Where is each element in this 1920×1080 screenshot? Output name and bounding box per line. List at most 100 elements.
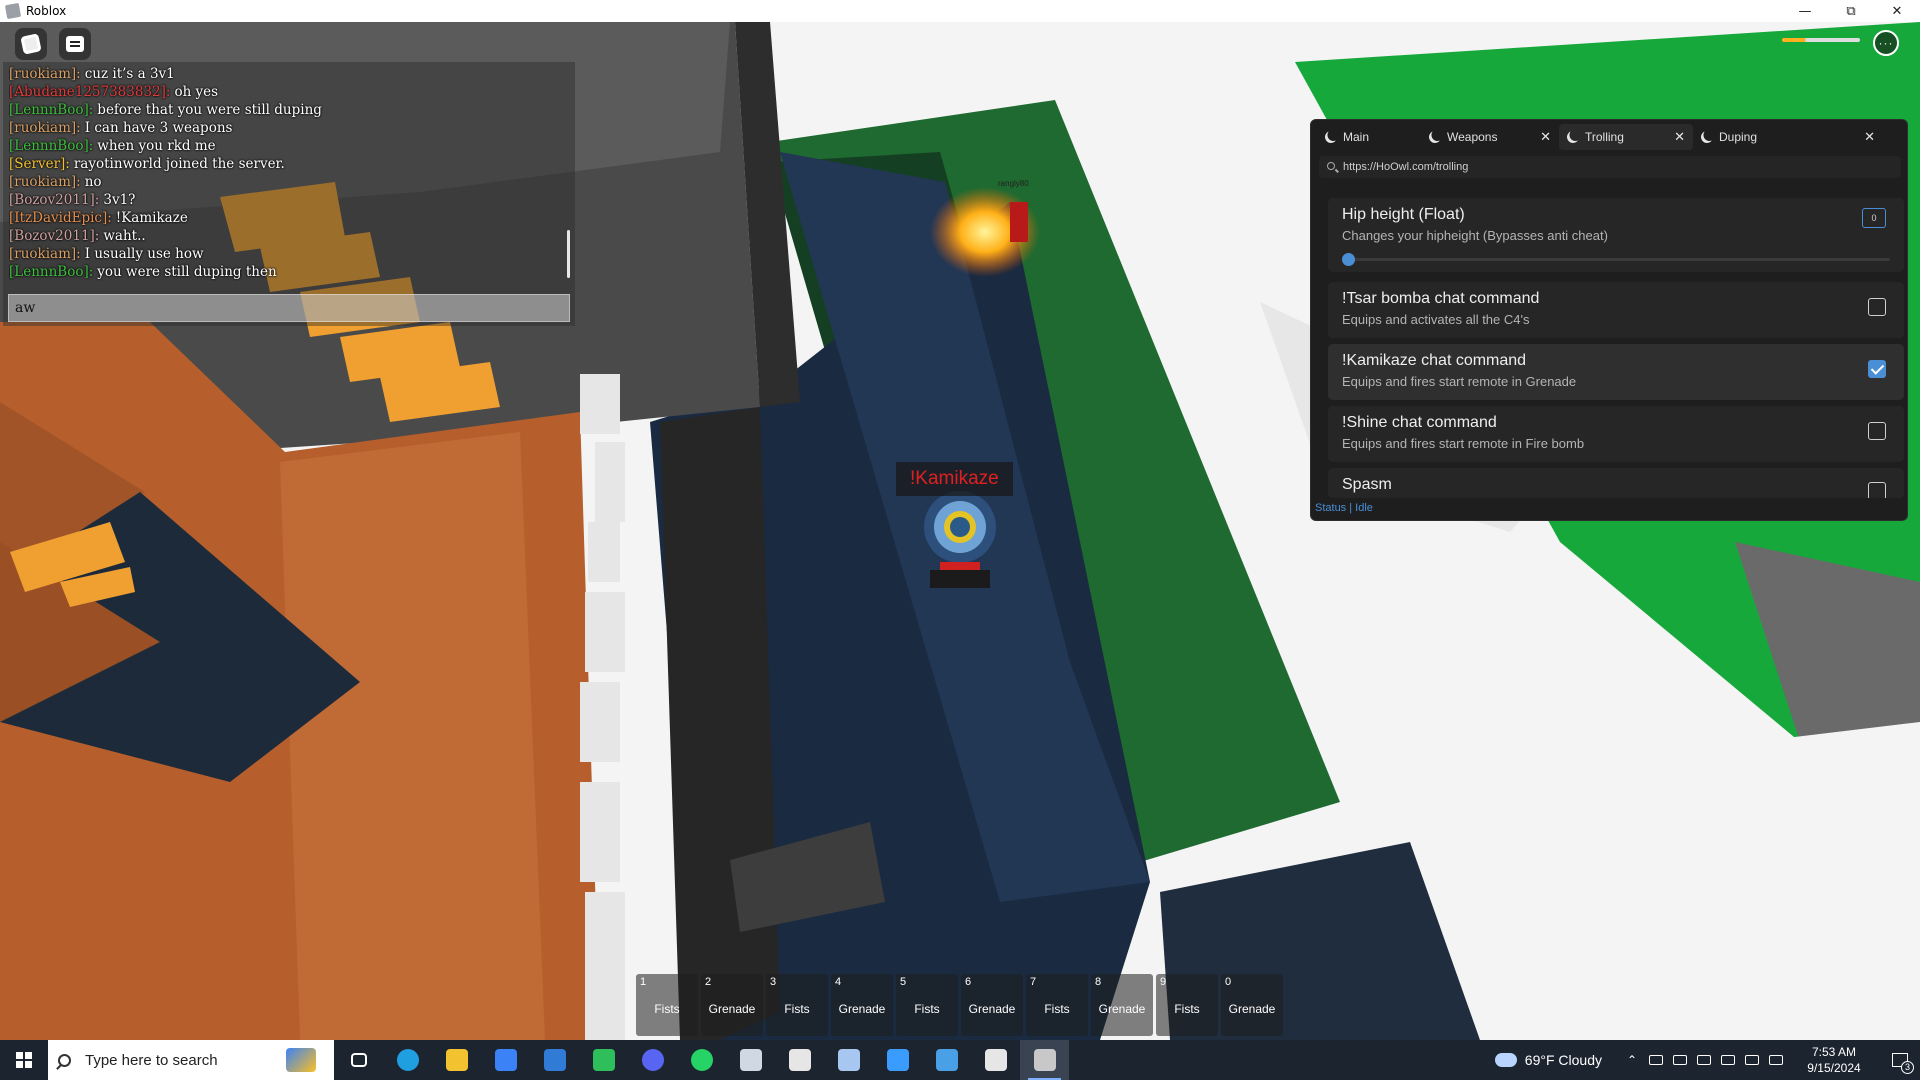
more-options-button[interactable]: ··· — [1873, 30, 1899, 56]
battery-icon[interactable] — [1740, 1040, 1764, 1080]
edge-icon[interactable] — [383, 1040, 432, 1080]
kamikaze-checkbox[interactable] — [1868, 360, 1886, 378]
chat-username[interactable]: [LennnBoo]: — [9, 138, 93, 154]
chat-username[interactable]: [Bozov2011]: — [9, 228, 99, 244]
shine-checkbox[interactable] — [1868, 422, 1886, 440]
close-tab-icon[interactable]: ✕ — [1864, 129, 1875, 145]
app-icon[interactable] — [726, 1040, 775, 1080]
chevron-up-icon[interactable]: ⌃ — [1620, 1040, 1644, 1080]
chat-username[interactable]: [ruokiam]: — [9, 120, 81, 136]
option-kamikaze[interactable]: !Kamikaze chat command Equips and fires … — [1328, 344, 1904, 400]
option-spasm[interactable]: Spasm — [1328, 468, 1904, 498]
slot-number: 3 — [770, 976, 777, 988]
time-text: 7:53 AM — [1811, 1045, 1857, 1059]
tab-duping[interactable]: Duping ✕ — [1693, 124, 1883, 150]
taskbar-search-box[interactable]: Type here to search — [48, 1040, 334, 1080]
chat-message: [ruokiam]: I usually use how — [9, 245, 559, 263]
chat-username[interactable]: [ruokiam]: — [9, 246, 81, 262]
hotbar-slot[interactable]: 4 Grenade — [831, 974, 893, 1036]
chat-username[interactable]: [Bozov2011]: — [9, 192, 99, 208]
windows-logo-icon — [16, 1052, 32, 1068]
spasm-checkbox[interactable] — [1868, 482, 1886, 498]
chat-input[interactable]: aw — [8, 294, 570, 322]
hotbar-slot[interactable]: 9 Fists — [1156, 974, 1218, 1036]
hotbar-slot[interactable]: 2 Grenade — [701, 974, 763, 1036]
chat-username[interactable]: [Abudane1257383832]: — [9, 84, 170, 100]
chat-message: [ruokiam]: no — [9, 173, 559, 191]
roblox-icon[interactable] — [1020, 1040, 1069, 1080]
minimize-button[interactable]: — — [1782, 0, 1828, 22]
weather-widget[interactable]: 69°F Cloudy — [1494, 1052, 1602, 1068]
moon-icon — [1699, 129, 1714, 144]
mail-icon[interactable] — [530, 1040, 579, 1080]
slot-number: 1 — [640, 976, 647, 988]
chat-toggle-button[interactable] — [59, 28, 91, 60]
roblox-menu-button[interactable] — [15, 28, 47, 60]
hotbar-slot[interactable]: 7 Fists — [1026, 974, 1088, 1036]
close-tab-icon[interactable]: ✕ — [1674, 129, 1685, 145]
close-tab-icon[interactable]: ✕ — [1540, 129, 1551, 145]
store-icon[interactable] — [481, 1040, 530, 1080]
meet-now-icon[interactable] — [1692, 1040, 1716, 1080]
option-hip-height: Hip height (Float) Changes your hipheigh… — [1328, 198, 1904, 272]
slot-number: 9 — [1160, 976, 1167, 988]
file-explorer-icon[interactable] — [432, 1040, 481, 1080]
hip-height-slider[interactable] — [1342, 253, 1890, 266]
chat-username[interactable]: [LennnBoo]: — [9, 264, 93, 280]
tsar-bomba-checkbox[interactable] — [1868, 298, 1886, 316]
star-app-icon[interactable] — [971, 1040, 1020, 1080]
chat-scrollbar[interactable] — [567, 230, 570, 278]
window-app-icon[interactable] — [922, 1040, 971, 1080]
slot-number: 2 — [705, 976, 712, 988]
chat-username[interactable]: [LennnBoo]: — [9, 102, 93, 118]
search-highlight-icon — [286, 1048, 316, 1072]
restore-button[interactable]: ⧉ — [1828, 0, 1874, 22]
close-window-button[interactable]: ✕ — [1874, 0, 1920, 22]
tab-trolling[interactable]: Trolling ✕ — [1559, 124, 1693, 150]
hip-height-value-input[interactable]: 0 — [1862, 208, 1886, 228]
h-app-icon[interactable] — [579, 1040, 628, 1080]
task-view-icon[interactable] — [334, 1040, 383, 1080]
hotbar-slot[interactable]: 1 Fists — [636, 974, 698, 1036]
chat-username[interactable]: [ruokiam]: — [9, 174, 81, 190]
notepad-icon[interactable] — [824, 1040, 873, 1080]
address-text: https://HoOwl.com/trolling — [1343, 161, 1469, 173]
option-tsar-bomba[interactable]: !Tsar bomba chat command Equips and acti… — [1328, 282, 1904, 338]
slider-knob[interactable] — [1342, 253, 1355, 266]
whatsapp-icon[interactable] — [677, 1040, 726, 1080]
hotbar-slot[interactable]: 8 Grenade — [1091, 974, 1153, 1036]
chat-text: no — [84, 174, 102, 190]
clock[interactable]: 7:53 AM 9/15/2024 — [1794, 1044, 1874, 1076]
device-icon[interactable] — [1668, 1040, 1692, 1080]
network-icon[interactable] — [1644, 1040, 1668, 1080]
hotbar-slot[interactable]: 3 Fists — [766, 974, 828, 1036]
chat-username[interactable]: [Server]: — [9, 156, 70, 172]
slot-number: 5 — [900, 976, 907, 988]
chat-text: before that you were still duping — [97, 102, 322, 118]
cloud-sync-icon[interactable] — [1716, 1040, 1740, 1080]
chat-username[interactable]: [ItzDavidEpic]: — [9, 210, 112, 226]
chat-message: [LennnBoo]: before that you were still du… — [9, 101, 559, 119]
tab-weapons[interactable]: Weapons ✕ — [1421, 124, 1559, 150]
snipping-icon[interactable] — [873, 1040, 922, 1080]
chat-text: rayotinworld joined the server. — [73, 156, 285, 172]
tab-main[interactable]: Main — [1317, 124, 1421, 150]
hotbar-slot[interactable]: 5 Fists — [896, 974, 958, 1036]
hotbar-slot[interactable]: 0 Grenade — [1221, 974, 1283, 1036]
shield-app-icon[interactable] — [775, 1040, 824, 1080]
slot-number: 6 — [965, 976, 972, 988]
slot-item-name: Fists — [914, 1002, 940, 1016]
notification-center-button[interactable]: 3 — [1880, 1040, 1920, 1080]
chat-username[interactable]: [ruokiam]: — [9, 66, 81, 82]
address-bar[interactable]: https://HoOwl.com/trolling — [1319, 156, 1901, 178]
tab-bar: Main Weapons ✕ Trolling ✕ Duping ✕ — [1317, 124, 1903, 150]
chat-text: cuz it’s a 3v1 — [84, 66, 175, 82]
slot-item-name: Grenade — [1228, 1002, 1276, 1016]
chat-text: !Kamikaze — [115, 210, 188, 226]
discord-icon[interactable] — [628, 1040, 677, 1080]
chat-window: [ruokiam]: cuz it’s a 3v1 [Abudane12573838… — [3, 62, 575, 326]
start-button[interactable] — [0, 1040, 48, 1080]
hotbar-slot[interactable]: 6 Grenade — [961, 974, 1023, 1036]
volume-icon[interactable] — [1764, 1040, 1788, 1080]
option-shine[interactable]: !Shine chat command Equips and fires sta… — [1328, 406, 1904, 462]
